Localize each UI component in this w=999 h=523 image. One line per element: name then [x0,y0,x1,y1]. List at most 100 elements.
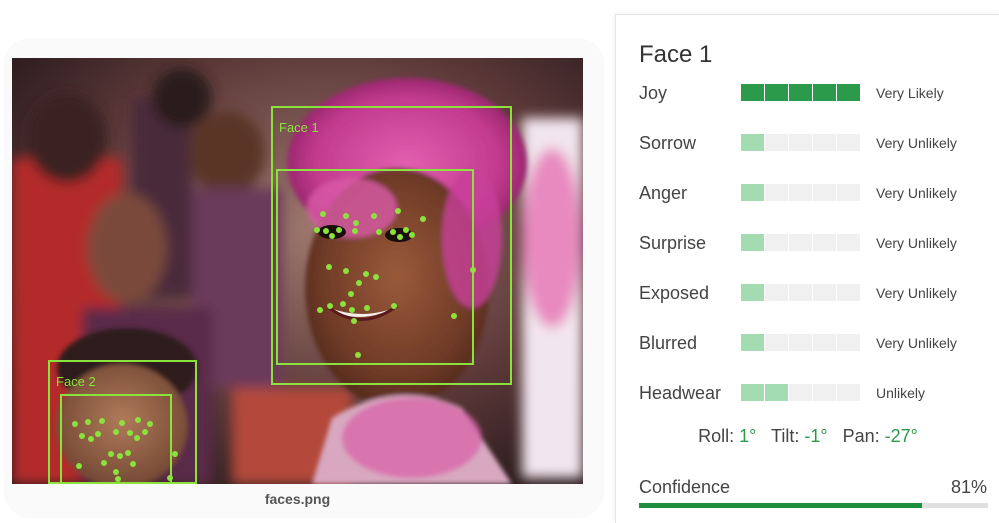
head-angles: Roll: 1° Tilt: -1° Pan: -27° [616,426,999,447]
landmark [327,303,333,309]
bar-segment [813,184,836,201]
bar-segment [741,334,764,351]
landmark [420,216,426,222]
bar-segment [741,384,764,401]
landmark [317,307,323,313]
confidence-bar-fill [639,503,922,508]
attribute-name: Surprise [639,233,707,253]
bar-segment [765,234,788,251]
landmark [352,228,358,234]
roll-value: 1° [739,426,757,446]
landmark [172,451,178,457]
bar-segment [837,334,860,351]
landmark [348,291,354,297]
landmark [113,429,119,435]
landmark [85,419,91,425]
attribute-value: Very Likely [876,85,944,101]
roll-label: Roll: [698,426,735,446]
bar-segment [765,134,788,151]
bar-segment [813,234,836,251]
pan-value: -27° [884,426,918,446]
bar-segment [789,184,812,201]
landmark [142,429,148,435]
analyzed-photo: Face 1 Face 2 [12,58,583,484]
tilt-label: Tilt: [771,426,800,446]
face-1-inner-box[interactable] [276,169,474,365]
landmark [320,211,326,217]
bar-segment [789,84,812,101]
landmark [147,421,153,427]
attribute-value: Very Unlikely [876,335,957,351]
landmark [355,352,361,358]
bar-segment [813,334,836,351]
landmark [391,303,397,309]
landmark [343,213,349,219]
landmark [101,460,107,466]
landmark [119,420,125,426]
landmark [127,430,133,436]
panel-title: Face 1 [639,41,713,68]
bar-segment [765,184,788,201]
landmark [117,453,123,459]
bar-segment [741,134,764,151]
bar-segment [741,184,764,201]
landmark [356,280,362,286]
confidence-value: 81% [950,477,987,497]
attribute-value: Very Unlikely [876,235,957,251]
bar-segment [765,84,788,101]
landmark [353,220,359,226]
likelihood-bar [741,384,860,401]
bar-segment [837,84,860,101]
bar-segment [837,134,860,151]
bar-segment [813,284,836,301]
bar-segment [789,134,812,151]
landmark [88,436,94,442]
landmark [167,475,173,481]
attribute-name: Exposed [639,283,710,303]
landmark [125,450,131,456]
attribute-name: Anger [639,183,688,203]
landmark [371,213,377,219]
attribute-row-exposed: Exposed Very Unlikely [639,282,989,304]
attribute-row-joy: Joy Very Likely [639,82,989,104]
landmark [397,234,403,240]
bar-segment [789,384,812,401]
landmark [343,268,349,274]
landmark [76,463,82,469]
likelihood-bar [741,134,860,151]
bar-segment [837,284,860,301]
confidence-label: Confidence [639,477,731,497]
likelihood-bar [741,334,860,351]
bar-segment [813,134,836,151]
likelihood-bar [741,184,860,201]
landmark [376,229,382,235]
landmark [108,451,114,457]
landmark [351,318,357,324]
attribute-name: Sorrow [639,133,697,153]
landmark [390,229,396,235]
landmark [451,313,457,319]
landmark [340,301,346,307]
attribute-row-sorrow: Sorrow Very Unlikely [639,132,989,154]
landmark [113,469,119,475]
bar-segment [789,284,812,301]
landmark [363,271,369,277]
bar-segment [741,84,764,101]
landmark [314,227,320,233]
landmark [72,421,78,427]
attribute-row-headwear: Headwear Unlikely [639,382,989,404]
attribute-name: Joy [639,83,668,103]
bar-segment [837,184,860,201]
bar-segment [813,84,836,101]
landmark [115,476,121,482]
attribute-row-anger: Anger Very Unlikely [639,182,989,204]
landmark [323,228,329,234]
landmark [130,461,136,467]
landmark [373,274,379,280]
bar-segment [837,234,860,251]
face-details-panel: Face 1 Joy Very Likely Sorrow Very Unlik… [615,14,999,523]
landmark [336,227,342,233]
bar-segment [813,384,836,401]
landmark [99,418,105,424]
pan-label: Pan: [842,426,880,446]
